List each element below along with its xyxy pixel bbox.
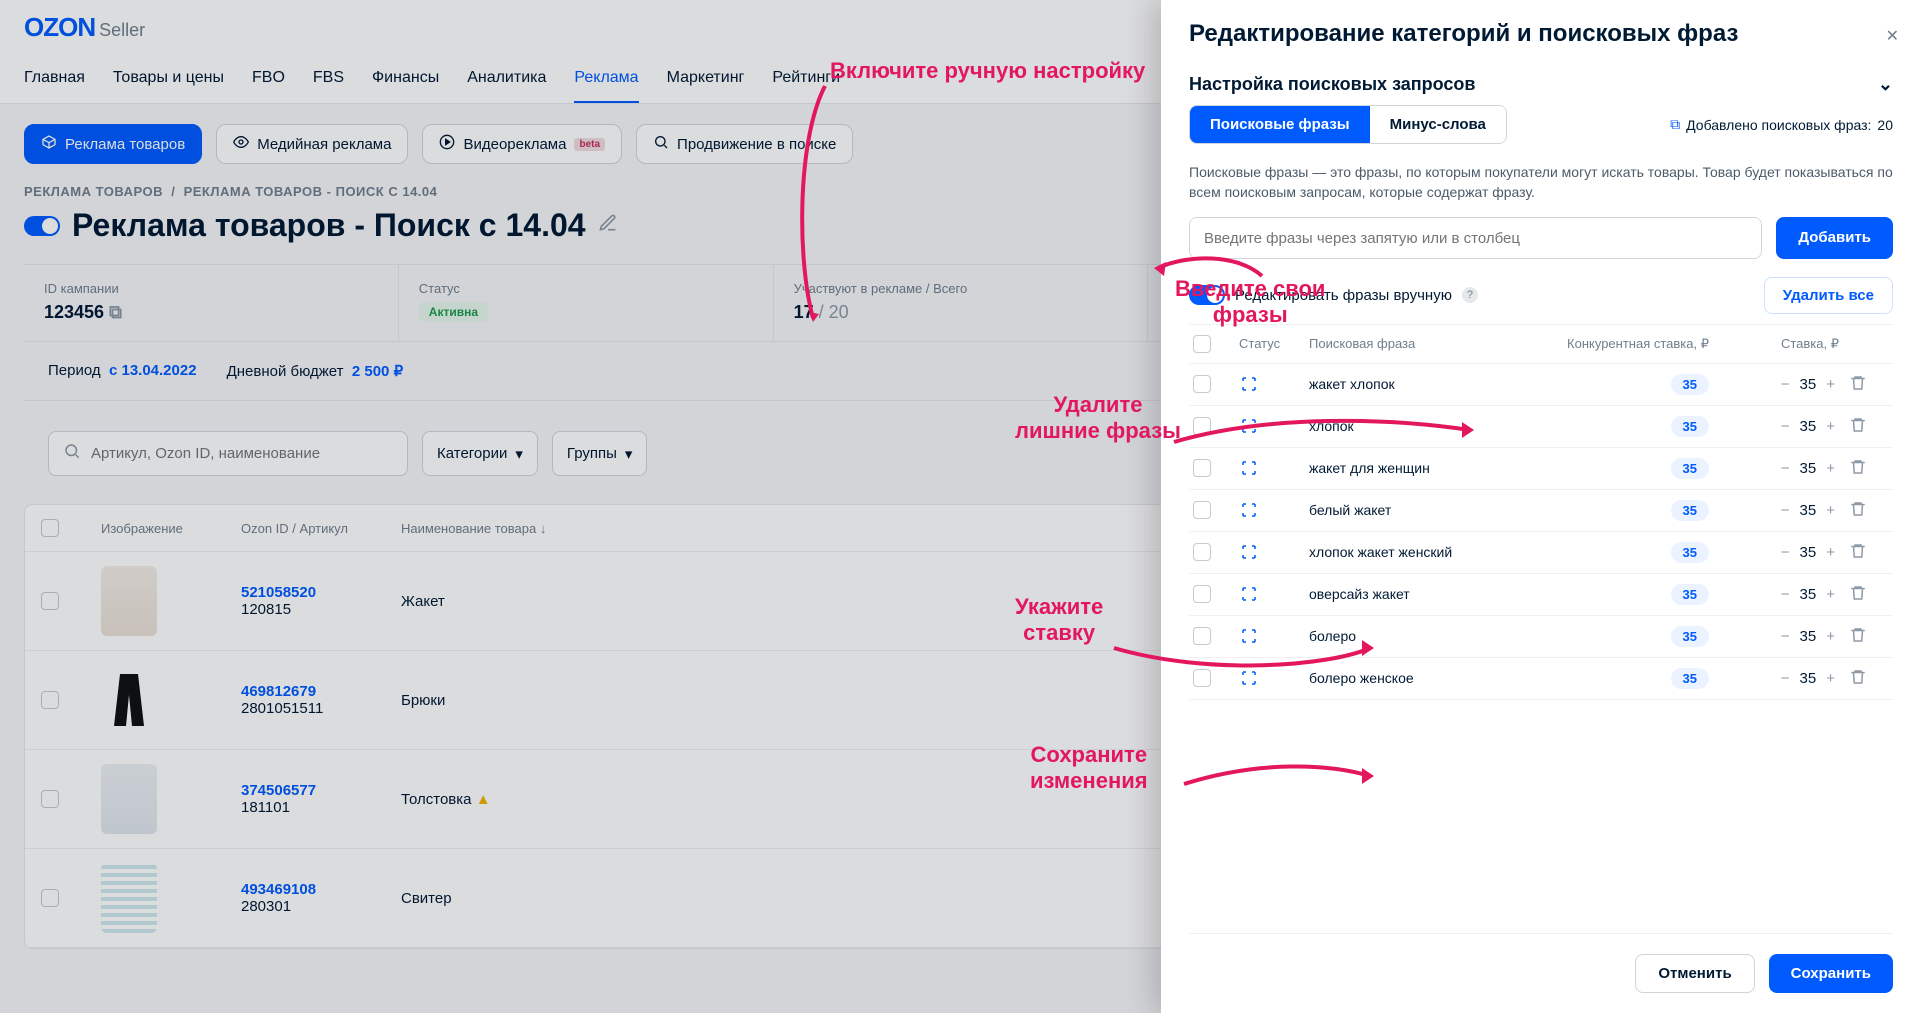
phrase-row: жакет для женщин35−35+ [1189,448,1893,490]
arrow-icon [1180,758,1380,798]
row-checkbox[interactable] [1193,375,1211,393]
rate-value: 35 [1800,460,1817,477]
phrase-row: жакет хлопок35−35+ [1189,364,1893,406]
comp-rate-badge: 35 [1671,500,1709,521]
section-header: Настройка поисковых запросов ⌄ [1189,52,1893,105]
row-checkbox[interactable] [1193,459,1211,477]
phrase-row: белый жакет35−35+ [1189,490,1893,532]
arrow-icon [1148,250,1268,290]
minus-icon[interactable]: − [1777,502,1794,519]
rate-stepper[interactable]: −35 + [1719,544,1839,561]
add-button[interactable]: Добавить [1776,217,1893,259]
comp-rate-badge: 35 [1671,374,1709,395]
comp-rate-badge: 35 [1671,626,1709,647]
minus-icon[interactable]: − [1777,586,1794,603]
plus-icon[interactable]: + [1822,670,1839,687]
plus-icon[interactable]: + [1822,628,1839,645]
row-checkbox[interactable] [1193,501,1211,519]
minus-icon[interactable]: − [1777,376,1794,393]
trash-icon[interactable] [1849,458,1889,479]
arrow-icon [1170,412,1480,452]
cancel-button[interactable]: Отменить [1635,954,1754,993]
arrow-icon [1110,626,1380,686]
info-icon[interactable]: ? [1462,287,1478,303]
trash-icon[interactable] [1849,626,1889,647]
phrase-text: оверсайз жакет [1309,586,1549,602]
plus-icon[interactable]: + [1822,460,1839,477]
phrase-text: хлопок жакет женский [1309,544,1549,560]
target-icon[interactable] [1239,500,1259,520]
rate-value: 35 [1800,418,1817,435]
plus-icon[interactable]: + [1822,586,1839,603]
minus-icon[interactable]: − [1777,544,1794,561]
target-icon[interactable] [1239,584,1259,604]
rate-stepper[interactable]: −35 + [1719,418,1839,435]
trash-icon[interactable] [1849,584,1889,605]
tab-minus-words[interactable]: Минус-слова [1370,106,1506,143]
phrase-text: белый жакет [1309,502,1549,518]
panel-title: Редактирование категорий и поисковых фра… [1189,20,1893,48]
minus-icon[interactable]: − [1777,418,1794,435]
delete-all-button[interactable]: Удалить все [1764,277,1893,314]
comp-rate-badge: 35 [1671,416,1709,437]
chevron-down-icon[interactable]: ⌄ [1878,74,1893,95]
phrase-text: жакет хлопок [1309,376,1549,392]
trash-icon[interactable] [1849,500,1889,521]
trash-icon[interactable] [1849,374,1889,395]
comp-rate-badge: 35 [1671,668,1709,689]
select-all-checkbox[interactable] [1193,335,1211,353]
edit-panel: ✕ Редактирование категорий и поисковых ф… [1161,0,1921,1013]
copy-icon[interactable]: ⧉ [1670,116,1680,133]
target-icon[interactable] [1239,542,1259,562]
plus-icon[interactable]: + [1822,418,1839,435]
comp-rate-badge: 35 [1671,458,1709,479]
rate-stepper[interactable]: −35 + [1719,586,1839,603]
rate-stepper[interactable]: −35 + [1719,502,1839,519]
plus-icon[interactable]: + [1822,502,1839,519]
rate-value: 35 [1800,544,1817,561]
minus-icon[interactable]: − [1777,460,1794,477]
row-checkbox[interactable] [1193,585,1211,603]
minus-icon[interactable]: − [1777,628,1794,645]
save-button[interactable]: Сохранить [1769,954,1893,993]
rate-stepper[interactable]: −35 + [1719,628,1839,645]
phrase-row: хлопок жакет женский35−35+ [1189,532,1893,574]
panel-tabs: Поисковые фразы Минус-слова [1189,105,1507,144]
trash-icon[interactable] [1849,416,1889,437]
target-icon[interactable] [1239,374,1259,394]
plus-icon[interactable]: + [1822,544,1839,561]
target-icon[interactable] [1239,458,1259,478]
tab-search-phrases[interactable]: Поисковые фразы [1190,106,1370,143]
rate-value: 35 [1800,376,1817,393]
rate-stepper[interactable]: −35 + [1719,670,1839,687]
plus-icon[interactable]: + [1822,376,1839,393]
comp-rate-badge: 35 [1671,542,1709,563]
rate-value: 35 [1800,670,1817,687]
rate-stepper[interactable]: −35 + [1719,460,1839,477]
comp-rate-badge: 35 [1671,584,1709,605]
arrow-icon [795,80,835,330]
rate-value: 35 [1800,628,1817,645]
minus-icon[interactable]: − [1777,670,1794,687]
rate-value: 35 [1800,586,1817,603]
rate-value: 35 [1800,502,1817,519]
phrase-text: жакет для женщин [1309,460,1549,476]
trash-icon[interactable] [1849,542,1889,563]
panel-footer: Отменить Сохранить [1189,933,1893,993]
trash-icon[interactable] [1849,668,1889,689]
rate-stepper[interactable]: −35 + [1719,376,1839,393]
phrase-table-header: Статус Поисковая фраза Конкурентная став… [1189,325,1893,364]
close-icon[interactable]: ✕ [1886,26,1899,46]
row-checkbox[interactable] [1193,543,1211,561]
hint-text: Поисковые фразы — это фразы, по которым … [1189,162,1893,203]
phrase-input[interactable] [1189,217,1762,259]
phrase-row: оверсайз жакет35−35+ [1189,574,1893,616]
added-count: ⧉ Добавлено поисковых фраз: 20 [1670,116,1893,133]
